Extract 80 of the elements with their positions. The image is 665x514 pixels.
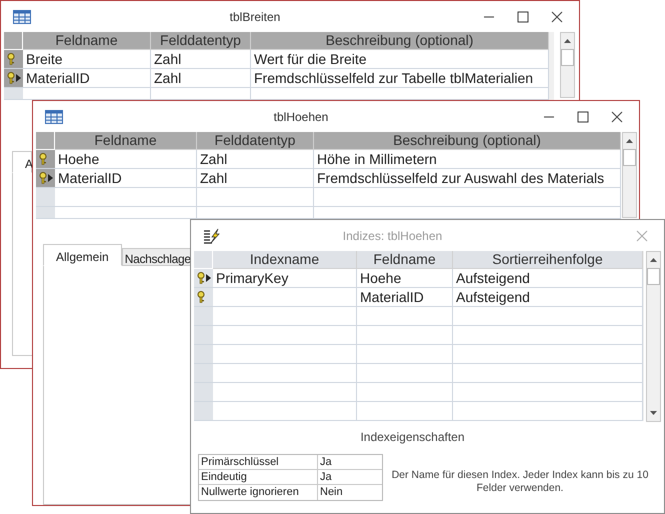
window-title: tblBreiten: [228, 8, 282, 26]
column-header[interactable]: Felddatentyp: [151, 32, 251, 50]
row-selector[interactable]: [194, 288, 213, 307]
table-cell[interactable]: MaterialID: [357, 288, 453, 307]
table-icon: [13, 10, 31, 24]
tab[interactable]: Allgemein: [43, 244, 122, 266]
row-selector[interactable]: [194, 269, 213, 288]
scroll-thumb[interactable]: [561, 49, 574, 66]
table-cell[interactable]: [453, 402, 643, 421]
table-cell[interactable]: [357, 307, 453, 326]
table-cell[interactable]: [213, 364, 357, 383]
table-cell[interactable]: Hoehe: [357, 269, 453, 288]
table-cell[interactable]: [213, 288, 357, 307]
table-cell[interactable]: [314, 207, 621, 219]
corner-cell: [194, 251, 213, 269]
scrollbar[interactable]: [622, 132, 637, 218]
table-icon: [45, 110, 63, 124]
table-cell[interactable]: [213, 307, 357, 326]
column-header[interactable]: Beschreibung (optional): [314, 132, 621, 150]
scrollbar[interactable]: [560, 32, 575, 98]
window-title: tblHoehen: [272, 108, 330, 126]
table-cell[interactable]: [23, 88, 151, 100]
table-cell[interactable]: [314, 188, 621, 207]
table-cell[interactable]: Zahl: [151, 50, 251, 69]
scroll-thumb[interactable]: [623, 149, 636, 166]
table-cell[interactable]: Breite: [23, 50, 151, 69]
window-title: Indizes: tblHoehen: [342, 228, 444, 244]
table-cell[interactable]: [55, 188, 197, 207]
index-lightning-icon: [203, 228, 221, 244]
table-cell[interactable]: [213, 345, 357, 364]
scroll-thumb[interactable]: [647, 268, 660, 285]
table-cell[interactable]: [453, 307, 643, 326]
table-cell[interactable]: [357, 402, 453, 421]
table-cell[interactable]: [357, 345, 453, 364]
column-header[interactable]: Feldname: [23, 32, 151, 50]
table-cell[interactable]: Fremdschlüsselfeld zur Tabelle tblMaterialien: [251, 69, 549, 88]
table-cell[interactable]: [453, 345, 643, 364]
section-title: Indexeigenschaften: [359, 429, 466, 446]
table-cell[interactable]: [357, 326, 453, 345]
table-cell[interactable]: PrimaryKey: [213, 269, 357, 288]
maximize-icon[interactable]: [577, 110, 589, 122]
help-text: Der Name für diesen Index. Jeder Index kann bis zu 10 Felder verwenden.: [390, 468, 650, 494]
column-header[interactable]: Felddatentyp: [197, 132, 314, 150]
column-header[interactable]: Feldname: [55, 132, 197, 150]
table-cell[interactable]: Wert für die Breite: [251, 50, 549, 69]
table-cell[interactable]: [251, 88, 549, 100]
column-header[interactable]: Sortierreihenfolge: [453, 251, 643, 269]
table-cell[interactable]: Zahl: [197, 150, 314, 169]
table-cell[interactable]: [453, 326, 643, 345]
scrollbar[interactable]: [646, 251, 661, 422]
table-cell[interactable]: MaterialID: [55, 169, 197, 188]
table-cell[interactable]: [55, 207, 197, 219]
table-cell[interactable]: Hoehe: [55, 150, 197, 169]
table-cell[interactable]: [213, 402, 357, 421]
table-cell[interactable]: Höhe in Millimetern: [314, 150, 621, 169]
table-cell[interactable]: [151, 88, 251, 100]
table-cell[interactable]: [197, 207, 314, 219]
table-cell[interactable]: [213, 326, 357, 345]
table-cell[interactable]: [357, 383, 453, 402]
table-cell[interactable]: Aufsteigend: [453, 288, 643, 307]
corner-cell: [4, 32, 23, 50]
column-header[interactable]: Feldname: [357, 251, 453, 269]
table-cell[interactable]: [357, 364, 453, 383]
row-selector[interactable]: [36, 169, 55, 188]
close-icon[interactable]: [611, 110, 623, 122]
table-cell[interactable]: Fremdschlüsselfeld zur Auswahl des Materials: [314, 169, 621, 188]
table-cell[interactable]: MaterialID: [23, 69, 151, 88]
row-selector[interactable]: [4, 69, 23, 88]
close-icon[interactable]: [551, 10, 563, 22]
table-cell[interactable]: Aufsteigend: [453, 269, 643, 288]
table-cell[interactable]: Zahl: [151, 69, 251, 88]
table-cell[interactable]: Zahl: [197, 169, 314, 188]
table-cell[interactable]: [197, 188, 314, 207]
table-cell[interactable]: [453, 364, 643, 383]
column-header[interactable]: Beschreibung (optional): [251, 32, 549, 50]
column-header[interactable]: Indexname: [213, 251, 357, 269]
table-cell[interactable]: [453, 383, 643, 402]
corner-cell: [36, 132, 55, 150]
table-cell[interactable]: [213, 383, 357, 402]
maximize-icon[interactable]: [517, 10, 529, 22]
